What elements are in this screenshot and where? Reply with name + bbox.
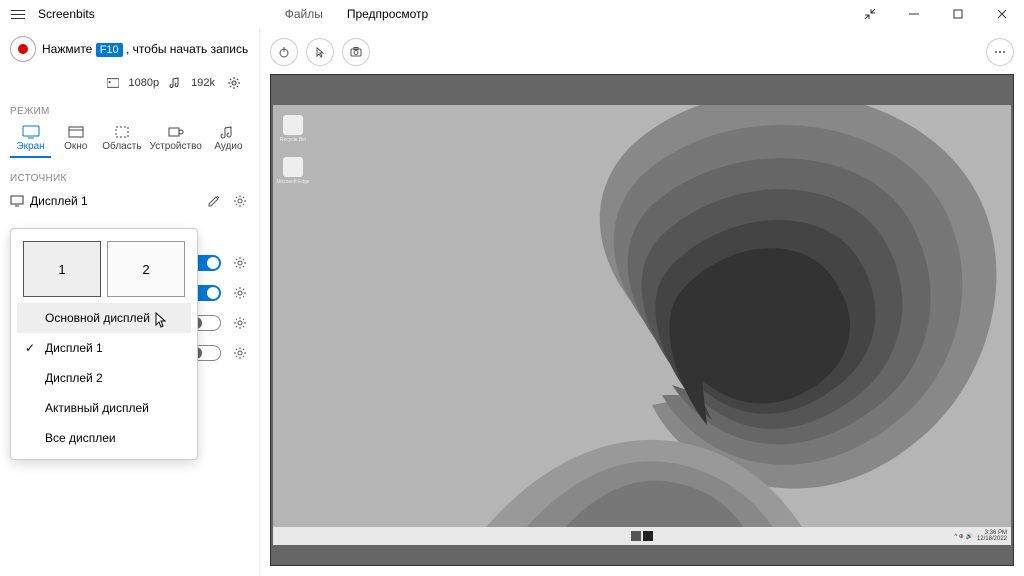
tray-icons: ^ ⊕ 🔊 [954,533,973,540]
recycle-bin-label: Recycle Bin [276,137,310,143]
option-gear-2[interactable] [231,284,249,302]
record-hint: Нажмите F10 , чтобы начать запись [42,42,248,56]
dd-all-displays[interactable]: Все дисплеи [17,423,191,453]
wallpaper [273,105,1011,545]
dd-primary-display[interactable]: Основной дисплей [17,303,191,333]
display-dropdown: 1 2 Основной дисплей Дисплей 1 Дисплей 2… [10,228,198,460]
cursor-icon [155,312,167,328]
edit-icon[interactable] [205,192,223,210]
audio-bitrate: 192k [191,77,215,89]
mode-audio[interactable]: Аудио [208,121,249,158]
tab-files[interactable]: Файлы [275,1,333,27]
compact-button[interactable] [848,0,892,28]
video-resolution: 1080p [129,77,160,89]
edge-label: Microsoft Edge [276,179,310,185]
mode-window[interactable]: Окно [55,121,96,158]
audio-bitrate-icon [169,77,181,89]
app-title: Screenbits [38,7,95,21]
dd-display-2[interactable]: Дисплей 2 [17,363,191,393]
more-button[interactable] [986,38,1014,66]
taskbar-start-icon [631,531,641,541]
tab-preview[interactable]: Предпросмотр [337,1,438,27]
camera-button[interactable] [342,38,370,66]
maximize-button[interactable] [936,0,980,28]
desktop-preview: Recycle Bin Microsoft Edge [273,105,1011,545]
mode-section-label: РЕЖИМ [10,106,249,117]
option-gear-3[interactable] [231,314,249,332]
record-button[interactable] [10,36,36,62]
cursor-toggle-button[interactable] [306,38,334,66]
video-res-icon [107,77,119,89]
source-gear-icon[interactable] [231,192,249,210]
minimize-button[interactable] [892,0,936,28]
preview-area: Recycle Bin Microsoft Edge ^ ⊕ 🔊 3:36 PM… [270,74,1014,566]
source-section-label: ИСТОЧНИК [10,173,249,184]
option-gear-1[interactable] [231,254,249,272]
monitor-thumb-2[interactable]: 2 [107,241,185,297]
settings-gear-icon[interactable] [225,74,243,92]
dd-display-1[interactable]: Дисплей 1 [17,333,191,363]
record-icon [18,44,28,54]
taskbar-app-icon [643,531,653,541]
source-current[interactable]: Дисплей 1 [30,194,88,208]
hotkey-badge: F10 [96,43,123,57]
mode-device[interactable]: Устройство [148,121,204,158]
close-button[interactable] [980,0,1024,28]
monitor-icon [10,194,24,208]
preview-taskbar: ^ ⊕ 🔊 3:36 PM 12/18/2022 [273,527,1011,545]
power-button[interactable] [270,38,298,66]
clock-date: 12/18/2022 [977,536,1007,542]
option-gear-4[interactable] [231,344,249,362]
edge-icon [283,157,303,177]
menu-button[interactable] [8,4,28,24]
mode-region[interactable]: Область [100,121,143,158]
mode-screen[interactable]: Экран [10,121,51,158]
dd-active-display[interactable]: Активный дисплей [17,393,191,423]
recycle-bin-icon [283,115,303,135]
monitor-thumb-1[interactable]: 1 [23,241,101,297]
